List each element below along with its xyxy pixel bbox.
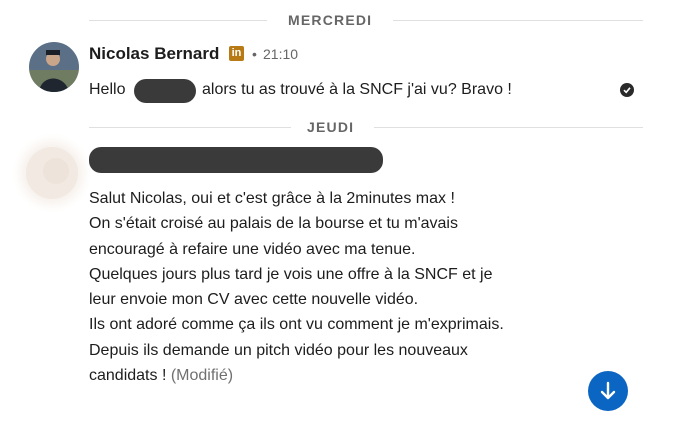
message-line: Quelques jours plus tard je vois une off… [89,265,493,283]
arrow-down-icon [600,381,616,400]
divider-line [89,20,267,21]
message-line: encouragé à refaire une vidéo avec ma te… [89,240,416,258]
divider-line [393,20,643,21]
message-text-start: Hello [89,81,126,98]
sender-name[interactable]: Nicolas Bernard [89,43,219,65]
divider-line [89,127,291,128]
message-line: leur envoie mon CV avec cette nouvelle v… [89,291,419,309]
message-line: candidats ! [89,367,167,385]
message-line: On s'était croisé au palais de la bourse… [89,215,458,233]
message-timestamp: 21:10 [263,46,299,62]
message-line: Depuis ils demande un pitch vidéo pour l… [89,341,468,359]
date-divider-label: MERCREDI [288,12,373,28]
edited-label: (Modifié) [170,367,234,385]
divider-line [374,127,643,128]
date-divider-thursday: JEUDI [0,117,645,137]
linkedin-icon: in [229,46,244,61]
time-separator: • [252,46,257,62]
avatar[interactable] [29,42,79,92]
message-body: Salut Nicolas, oui et c'est grâce à la 2… [89,186,609,388]
avatar[interactable] [26,147,78,199]
message-line: Ils ont adoré comme ça ils ont vu commen… [89,316,504,334]
check-circle-icon [620,83,634,97]
date-divider-wednesday: MERCREDI [0,10,645,30]
message-last-line: candidats ! (Modifié) [89,363,609,388]
date-divider-label: JEUDI [307,119,355,135]
message-line: Salut Nicolas, oui et c'est grâce à la 2… [89,190,455,207]
redacted-sender-name [89,147,383,173]
redacted-name [134,79,196,103]
scroll-down-button[interactable] [588,371,628,411]
message-text-end: alors tu as trouvé à la SNCF j'ai vu? Br… [202,81,512,98]
